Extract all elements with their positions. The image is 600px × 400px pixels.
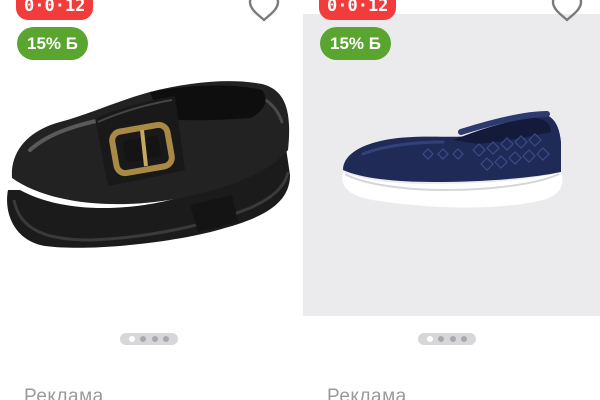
discount-badge: 15% Б	[320, 27, 391, 60]
carousel-dot[interactable]	[128, 336, 135, 342]
product-card-right[interactable]: 0·0·12 15% Б Реклама	[303, 0, 600, 400]
heart-outline-icon[interactable]	[246, 0, 282, 22]
ad-label: Реклама	[24, 386, 104, 400]
discount-badge: 15% Б	[17, 27, 88, 60]
timer-badge: 0·0·12	[16, 0, 94, 20]
timer-badge: 0·0·12	[319, 0, 397, 20]
carousel-dot[interactable]	[163, 336, 170, 342]
ad-label: Реклама	[327, 386, 407, 400]
product-card-left[interactable]: 0·0·12 15% Б Реклама	[0, 0, 297, 400]
carousel-dot[interactable]	[449, 336, 456, 342]
heart-outline-icon[interactable]	[549, 0, 585, 22]
image-carousel-indicator[interactable]	[418, 333, 476, 345]
carousel-dot[interactable]	[140, 336, 147, 342]
carousel-dot[interactable]	[461, 336, 468, 342]
carousel-dot[interactable]	[438, 336, 445, 342]
carousel-dot[interactable]	[426, 336, 433, 342]
carousel-dot[interactable]	[151, 336, 158, 342]
image-carousel-indicator[interactable]	[120, 333, 178, 345]
